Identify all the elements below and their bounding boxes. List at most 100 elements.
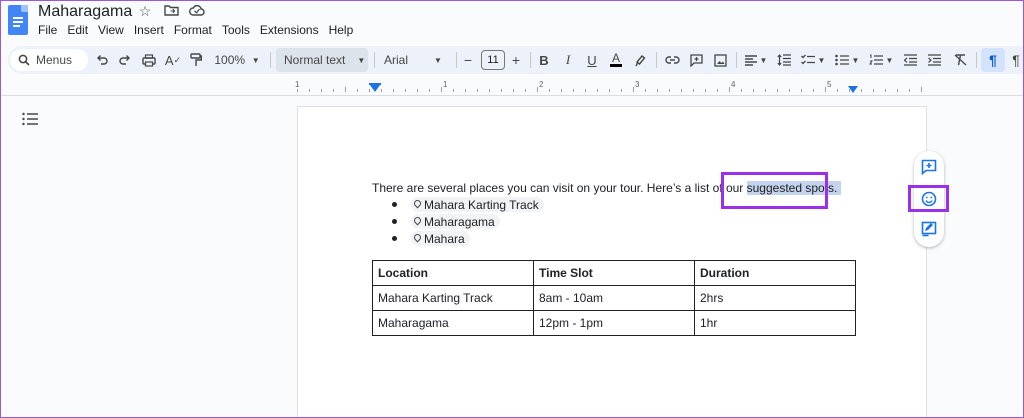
- ruler-number: 2: [539, 80, 544, 89]
- table-cell[interactable]: 1hr: [694, 310, 856, 336]
- cloud-saved-icon[interactable]: [188, 3, 206, 20]
- increase-indent-icon[interactable]: [924, 46, 944, 74]
- menu-insert[interactable]: Insert: [129, 23, 169, 37]
- menu-help[interactable]: Help: [324, 23, 359, 37]
- table-cell[interactable]: 2hrs: [694, 285, 856, 311]
- clear-formatting-icon[interactable]: [950, 46, 970, 74]
- ruler-tick: [801, 89, 802, 92]
- ruler-tick: [465, 89, 466, 92]
- ruler-tick: [609, 89, 610, 92]
- schedule-table[interactable]: Location Time Slot Duration Mahara Karti…: [372, 260, 856, 336]
- decrease-indent-icon[interactable]: [900, 46, 920, 74]
- ruler-tick: [381, 89, 382, 92]
- chevron-down-icon: ▼: [251, 55, 260, 65]
- table-row: Mahara Karting Track 8am - 10am 2hrs: [372, 285, 856, 311]
- ruler-tick: [681, 89, 682, 92]
- line-spacing-icon[interactable]: [774, 46, 794, 74]
- table-cell[interactable]: Mahara Karting Track: [372, 285, 534, 311]
- spellcheck-icon[interactable]: A ✓: [163, 46, 183, 74]
- redo-icon[interactable]: [115, 46, 135, 74]
- table-cell[interactable]: Maharagama: [372, 310, 534, 336]
- paragraph-style-select[interactable]: Normal text ▼: [276, 48, 368, 72]
- ruler-tick: [597, 89, 598, 92]
- ruler-tick: [813, 89, 814, 92]
- ruler-tick: [453, 89, 454, 92]
- place-chip-label: Mahara Karting Track: [424, 197, 539, 212]
- underline-icon[interactable]: U: [582, 46, 602, 74]
- ruler-tick: [417, 89, 418, 92]
- docs-logo-icon[interactable]: [8, 5, 28, 35]
- bold-icon[interactable]: B: [534, 46, 554, 74]
- text-color-icon[interactable]: A: [606, 46, 626, 74]
- ruler-tick: [789, 89, 790, 92]
- ruler-number: 1: [295, 80, 300, 89]
- location-pin-icon: [414, 234, 421, 244]
- paint-format-icon[interactable]: [186, 46, 206, 74]
- undo-icon[interactable]: [92, 46, 112, 74]
- ruler-tick: [897, 89, 898, 92]
- ruler-tick: [741, 89, 742, 92]
- decrease-font-size-button[interactable]: −: [460, 46, 476, 74]
- ruler-tick: [441, 87, 442, 92]
- italic-icon[interactable]: I: [558, 46, 578, 74]
- search-menus-button[interactable]: Menus: [10, 49, 88, 71]
- star-icon[interactable]: ☆: [136, 3, 154, 20]
- list-item: Maharagama: [392, 213, 544, 230]
- ruler-tick: [825, 87, 826, 92]
- numbered-list-icon[interactable]: ▼: [866, 46, 896, 74]
- location-pin-icon: [414, 217, 421, 227]
- left-indent-marker-icon[interactable]: [370, 85, 380, 92]
- add-comment-icon[interactable]: [919, 157, 939, 177]
- document-title[interactable]: Maharagama: [38, 3, 132, 21]
- menu-file[interactable]: File: [38, 23, 62, 37]
- checklist-icon[interactable]: ▼: [798, 46, 828, 74]
- increase-font-size-button[interactable]: +: [508, 46, 524, 74]
- insert-comment-icon[interactable]: [686, 46, 706, 74]
- title-bar: Maharagama ☆ File Edit View Insert Forma…: [0, 0, 1024, 44]
- menu-extensions[interactable]: Extensions: [255, 23, 324, 37]
- place-chip[interactable]: Mahara: [411, 231, 470, 246]
- menu-view[interactable]: View: [93, 23, 129, 37]
- insert-image-icon[interactable]: [710, 46, 730, 74]
- toolbar: Menus A ✓ 100% ▼ Normal text ▼ Arial ▼ − …: [8, 46, 1024, 74]
- font-size-input[interactable]: 11: [481, 50, 505, 70]
- bulleted-list-icon[interactable]: ▼: [832, 46, 862, 74]
- print-icon[interactable]: [139, 46, 159, 74]
- insert-link-icon[interactable]: [662, 46, 682, 74]
- table-cell[interactable]: 12pm - 1pm: [533, 310, 695, 336]
- align-left-icon[interactable]: ▼: [742, 46, 770, 74]
- ruler-tick: [921, 87, 922, 92]
- ruler-tick: [669, 89, 670, 92]
- search-icon: [18, 54, 30, 66]
- menu-format[interactable]: Format: [169, 23, 217, 37]
- ruler-tick: [585, 89, 586, 92]
- suggest-edit-icon[interactable]: [919, 219, 939, 239]
- ruler-tick: [909, 89, 910, 92]
- horizontal-ruler[interactable]: 1 1 2 3 4 5: [295, 80, 927, 94]
- toolbar-divider: [0, 95, 1024, 96]
- ruler-tick: [717, 89, 718, 92]
- menu-tools[interactable]: Tools: [217, 23, 255, 37]
- table-header-cell[interactable]: Location: [372, 260, 534, 286]
- font-family-select[interactable]: Arial ▼: [380, 48, 452, 72]
- more-options-icon[interactable]: ¶: [1008, 46, 1024, 74]
- place-chip[interactable]: Mahara Karting Track: [411, 197, 544, 212]
- menu-bar: File Edit View Insert Format Tools Exten…: [38, 23, 358, 37]
- document-page[interactable]: There are several places you can visit o…: [297, 106, 927, 418]
- place-chip[interactable]: Maharagama: [411, 214, 500, 229]
- paragraph-text: There are several places you can visit o…: [372, 181, 747, 195]
- document-outline-icon[interactable]: [22, 112, 38, 126]
- right-indent-marker-icon[interactable]: [848, 86, 858, 93]
- zoom-select[interactable]: 100% ▼: [212, 46, 262, 74]
- show-formatting-marks-icon[interactable]: ¶: [981, 48, 1005, 72]
- table-header-cell[interactable]: Time Slot: [533, 260, 695, 286]
- table-header-cell[interactable]: Duration: [694, 260, 856, 286]
- place-chip-label: Mahara: [424, 231, 465, 246]
- highlight-pen-icon[interactable]: [630, 46, 650, 74]
- ruler-tick: [525, 89, 526, 92]
- table-cell[interactable]: 8am - 10am: [533, 285, 695, 311]
- menu-edit[interactable]: Edit: [62, 23, 93, 37]
- ruler-tick: [765, 89, 766, 92]
- location-pin-icon: [414, 200, 421, 210]
- move-folder-icon[interactable]: [162, 3, 180, 20]
